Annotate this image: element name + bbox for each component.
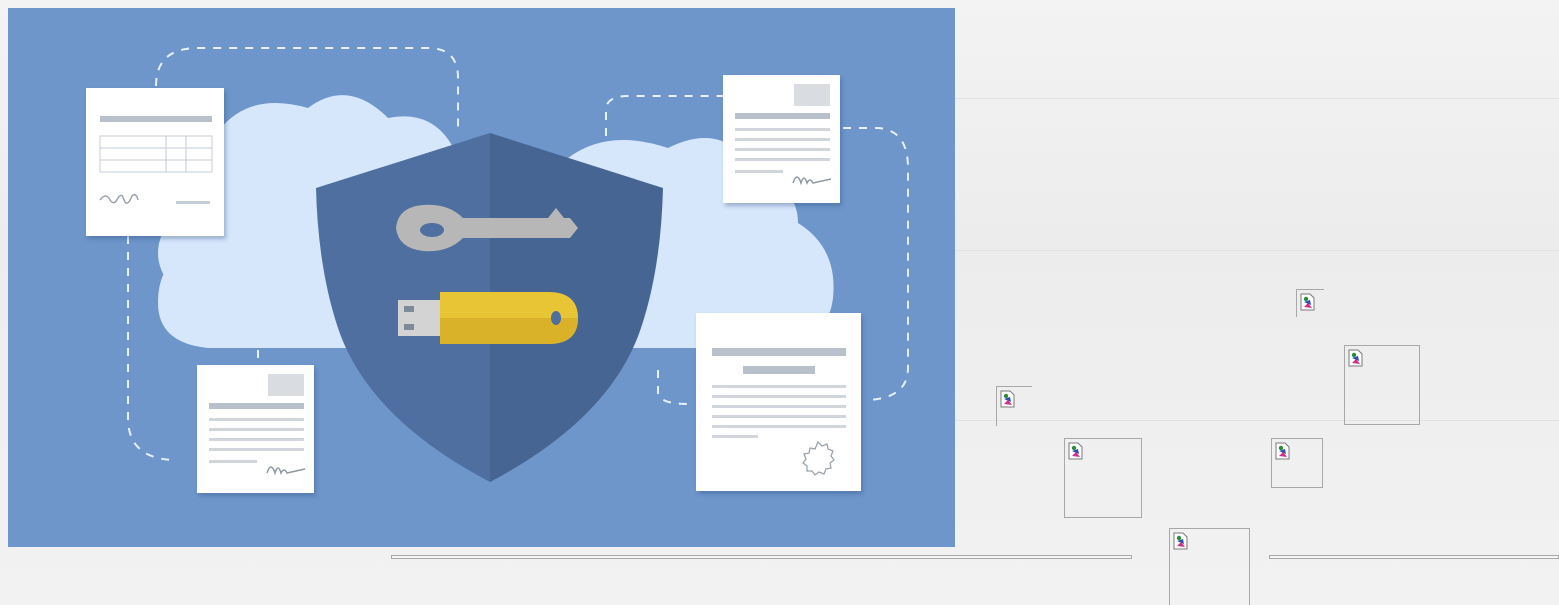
background-divider-1 bbox=[955, 98, 1559, 99]
broken-image-2 bbox=[1344, 345, 1420, 425]
certificate-icon bbox=[696, 313, 861, 491]
background-divider-2 bbox=[955, 250, 1559, 251]
broken-image-icon bbox=[1173, 532, 1188, 550]
document-icon bbox=[197, 365, 314, 493]
horizontal-rule-left bbox=[391, 555, 1132, 559]
hero-image bbox=[8, 8, 955, 547]
broken-image-1 bbox=[1296, 289, 1324, 317]
horizontal-rule-right bbox=[1269, 555, 1559, 559]
broken-image-4 bbox=[1064, 438, 1142, 518]
broken-image-icon bbox=[1300, 293, 1315, 311]
broken-image-icon bbox=[1275, 442, 1290, 460]
broken-image-6 bbox=[1169, 528, 1250, 605]
broken-image-icon bbox=[1348, 349, 1363, 367]
broken-image-5 bbox=[1271, 438, 1323, 488]
background-divider-3 bbox=[955, 420, 1559, 421]
document-icon bbox=[723, 75, 840, 203]
broken-image-icon bbox=[1000, 390, 1015, 408]
broken-image-3 bbox=[996, 386, 1032, 426]
broken-image-icon bbox=[1068, 442, 1083, 460]
document-icon bbox=[86, 88, 224, 236]
